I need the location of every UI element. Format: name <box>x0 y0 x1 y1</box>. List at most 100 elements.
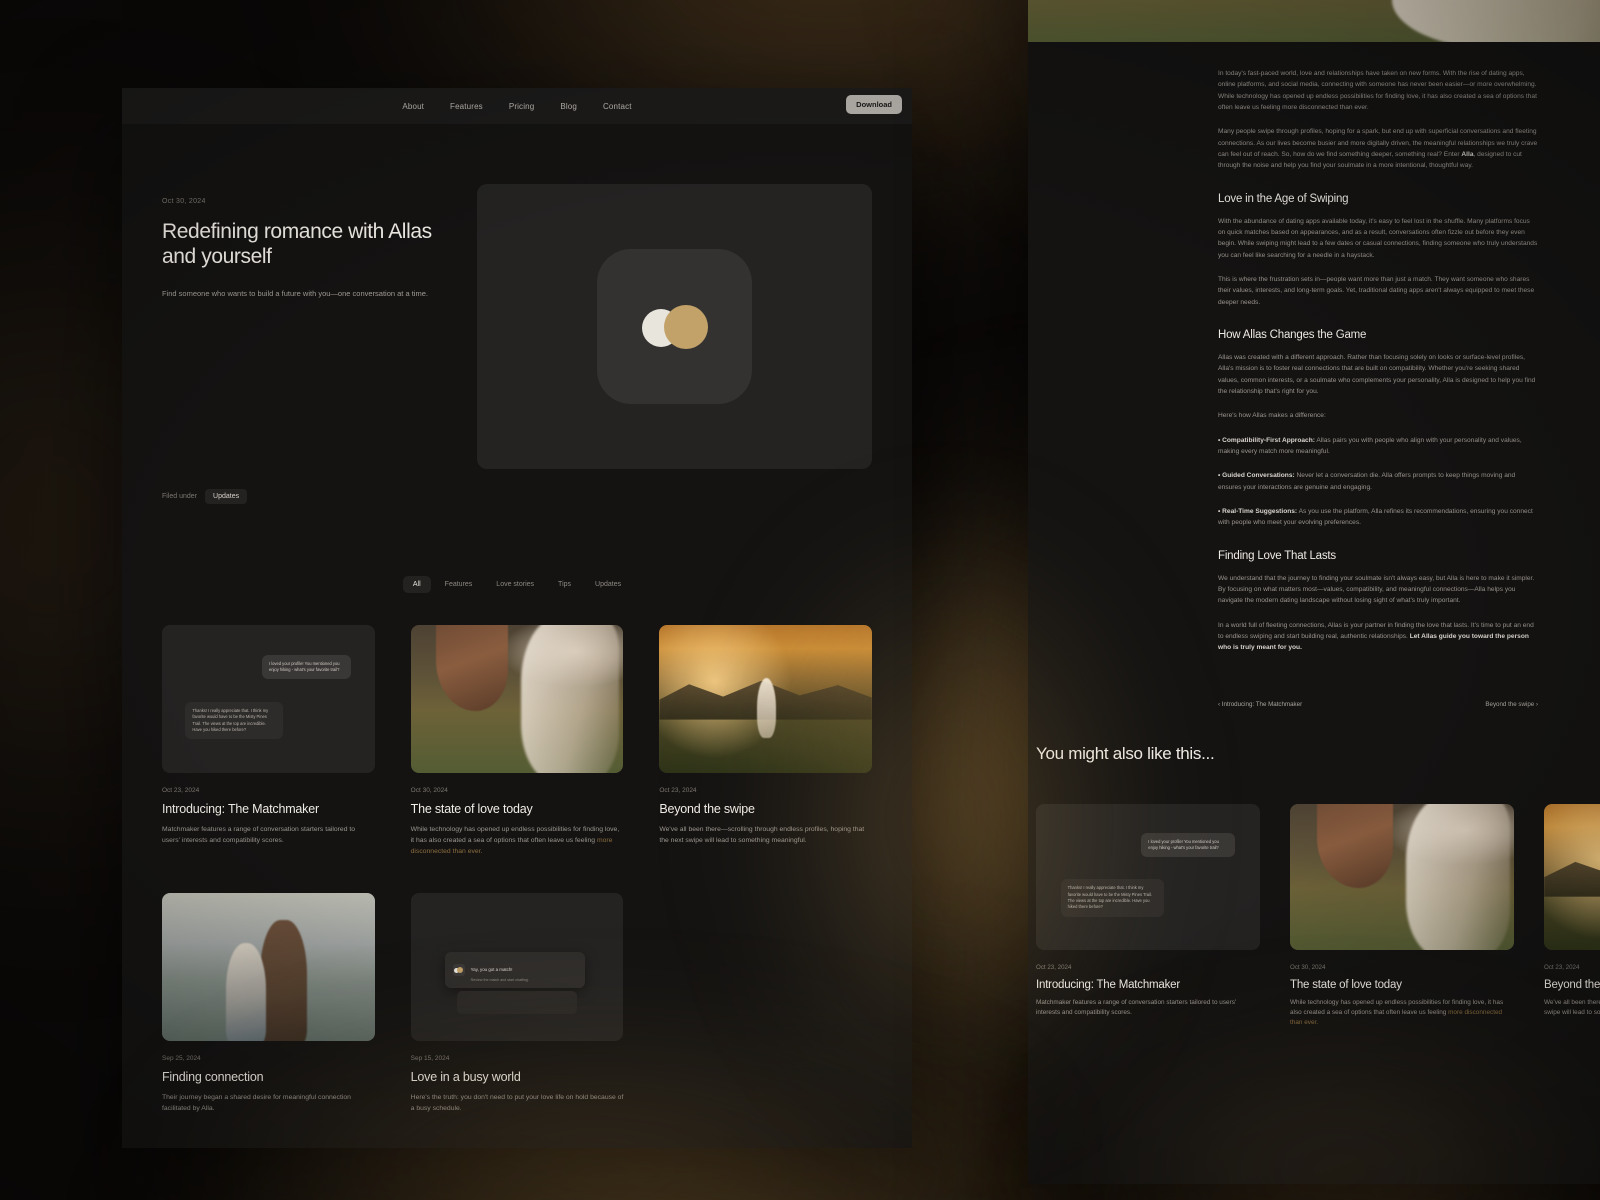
filter-tab-tips[interactable]: Tips <box>548 576 581 593</box>
related-card[interactable]: Oct 30, 2024 The state of love today Whi… <box>1290 804 1514 1029</box>
related-card[interactable]: Oct 23, 2024 Beyond the swipe We've all … <box>1544 804 1600 1029</box>
category-tag-updates[interactable]: Updates <box>205 489 247 504</box>
photo-mountain-sunrise <box>1544 804 1600 950</box>
article-paragraph: Many people swipe through profiles, hopi… <box>1218 126 1538 171</box>
article-detail-window: In today's fast-paced world, love and re… <box>1028 0 1600 1184</box>
card-excerpt: Matchmaker features a range of conversat… <box>162 824 375 846</box>
card-thumbnail-match-toast: Yay, you got a match! Review the match a… <box>411 893 624 1041</box>
chat-bubble-outgoing: I loved your profile! You mentioned you … <box>1141 833 1235 858</box>
card-title: Finding connection <box>162 1070 375 1084</box>
toast-subtitle: Review the match and start chatting. <box>471 978 529 982</box>
card-title: The state of love today <box>1290 979 1514 991</box>
card-thumbnail-couple-at-dusk <box>162 893 375 1041</box>
article-body: In today's fast-paced world, love and re… <box>1028 42 1600 654</box>
article-paragraph: With the abundance of dating apps availa… <box>1218 216 1538 261</box>
card-date: Oct 30, 2024 <box>411 787 624 794</box>
allas-logo-icon <box>453 964 465 976</box>
screenshot-stage: About Features Pricing Blog Contact Down… <box>0 0 1600 1200</box>
photo-couple-at-dusk <box>162 893 375 1041</box>
card-excerpt: Matchmaker features a range of conversat… <box>1036 998 1260 1019</box>
article-paragraph: Allas was created with a different appro… <box>1218 352 1538 397</box>
next-article-link[interactable]: Beyond the swipe › <box>1485 701 1538 708</box>
article-heading: How Allas Changes the Game <box>1218 329 1538 341</box>
article-closing-paragraph: In a world full of fleeting connections,… <box>1218 620 1538 654</box>
hero-date: Oct 30, 2024 <box>162 198 437 205</box>
card-excerpt: We've all been there—scrolling through e… <box>1544 998 1600 1019</box>
photo-hands-in-field <box>411 625 624 773</box>
photo-mountain-sunrise <box>659 625 872 773</box>
logo-circle-gold <box>664 305 708 349</box>
filter-tab-features[interactable]: Features <box>435 576 483 593</box>
card-title: Beyond the swipe <box>659 802 872 816</box>
card-thumbnail-hands-in-field <box>1290 804 1514 950</box>
brand-name-alla: Alla <box>1461 151 1473 158</box>
nav-link-about[interactable]: About <box>402 102 424 111</box>
filter-tab-all[interactable]: All <box>403 576 431 593</box>
card-date: Oct 23, 2024 <box>162 787 375 794</box>
hero-subtitle: Find someone who wants to build a future… <box>162 288 432 299</box>
bullet-term: • Guided Conversations: <box>1218 472 1295 479</box>
card-excerpt: We've all been there—scrolling through e… <box>659 824 872 846</box>
toast-text-group: Yay, you got a match! Review the match a… <box>471 958 529 982</box>
nav-link-blog[interactable]: Blog <box>560 102 577 111</box>
hero-text-column: Oct 30, 2024 Redefining romance with All… <box>162 184 437 504</box>
article-paragraph: Here's how Allas makes a difference: <box>1218 410 1538 421</box>
chat-bubble-incoming: Thanks! I really appreciate that. I thin… <box>185 702 283 739</box>
article-card[interactable]: Yay, you got a match! Review the match a… <box>411 893 624 1114</box>
card-date: Oct 30, 2024 <box>1290 964 1514 971</box>
card-title: Love in a busy world <box>411 1070 624 1084</box>
card-thumbnail-hands-in-field <box>411 625 624 773</box>
nav-links: About Features Pricing Blog Contact <box>402 102 631 111</box>
card-date: Oct 23, 2024 <box>1544 964 1600 971</box>
article-pagination: ‹ Introducing: The Matchmaker Beyond the… <box>1028 667 1600 708</box>
card-thumbnail-mountain-sunrise <box>1544 804 1600 950</box>
article-card[interactable]: Sep 25, 2024 Finding connection Their jo… <box>162 893 375 1114</box>
article-card[interactable]: Oct 23, 2024 Beyond the swipe We've all … <box>659 625 872 857</box>
card-thumbnail-chat-mock: I loved your profile! You mentioned you … <box>162 625 375 773</box>
article-bullet: • Real-Time Suggestions: As you use the … <box>1218 506 1538 529</box>
article-heading: Love in the Age of Swiping <box>1218 193 1538 205</box>
article-heading: Finding Love That Lasts <box>1218 550 1538 562</box>
card-date: Oct 23, 2024 <box>1036 964 1260 971</box>
related-articles-section: You might also like this... I loved your… <box>1028 708 1600 1029</box>
article-hero-image <box>1028 0 1600 42</box>
article-card[interactable]: I loved your profile! You mentioned you … <box>162 625 375 857</box>
nav-link-pricing[interactable]: Pricing <box>509 102 535 111</box>
article-card-grid: I loved your profile! You mentioned you … <box>122 593 912 1114</box>
card-excerpt: While technology has opened up endless p… <box>1290 998 1514 1029</box>
site-navbar: About Features Pricing Blog Contact Down… <box>122 88 912 124</box>
card-title: The state of love today <box>411 802 624 816</box>
blog-index-window: About Features Pricing Blog Contact Down… <box>122 88 912 1148</box>
card-excerpt: Here's the truth: you don't need to put … <box>411 1092 624 1114</box>
toast-title: Yay, you got a match! <box>471 967 513 972</box>
previous-article-link[interactable]: ‹ Introducing: The Matchmaker <box>1218 701 1302 708</box>
card-title: Beyond the swipe <box>1544 979 1600 991</box>
card-date: Sep 25, 2024 <box>162 1055 375 1062</box>
hero-artwork <box>477 184 872 469</box>
card-title: Introducing: The Matchmaker <box>1036 979 1260 991</box>
nav-link-contact[interactable]: Contact <box>603 102 632 111</box>
photo-hands-in-field <box>1028 0 1600 42</box>
bullet-term: • Compatibility-First Approach: <box>1218 437 1315 444</box>
article-paragraph: We understand that the journey to findin… <box>1218 573 1538 607</box>
download-button[interactable]: Download <box>846 95 902 114</box>
chat-bubble-incoming: Thanks! I really appreciate that. I thin… <box>1061 879 1164 916</box>
filed-under-label: Filed under <box>162 493 197 500</box>
card-thumbnail-mountain-sunrise <box>659 625 872 773</box>
card-excerpt: Their journey began a shared desire for … <box>162 1092 375 1114</box>
filed-under-row: Filed under Updates <box>162 489 437 504</box>
card-date: Oct 23, 2024 <box>659 787 872 794</box>
page-title: Redefining romance with Allas and yourse… <box>162 219 437 270</box>
article-bullet: • Compatibility-First Approach: Allas pa… <box>1218 435 1538 458</box>
article-card[interactable]: Oct 30, 2024 The state of love today Whi… <box>411 625 624 857</box>
toast-stack-shadow <box>457 991 576 1015</box>
related-card[interactable]: I loved your profile! You mentioned you … <box>1036 804 1260 1029</box>
article-bullet: • Guided Conversations: Never let a conv… <box>1218 470 1538 493</box>
article-paragraph: In today's fast-paced world, love and re… <box>1218 68 1538 113</box>
related-heading: You might also like this... <box>1028 744 1600 764</box>
nav-link-features[interactable]: Features <box>450 102 483 111</box>
chat-bubble-outgoing: I loved your profile! You mentioned you … <box>262 655 351 680</box>
card-excerpt: While technology has opened up endless p… <box>411 824 624 857</box>
filter-tab-updates[interactable]: Updates <box>585 576 631 593</box>
filter-tab-love-stories[interactable]: Love stories <box>486 576 544 593</box>
